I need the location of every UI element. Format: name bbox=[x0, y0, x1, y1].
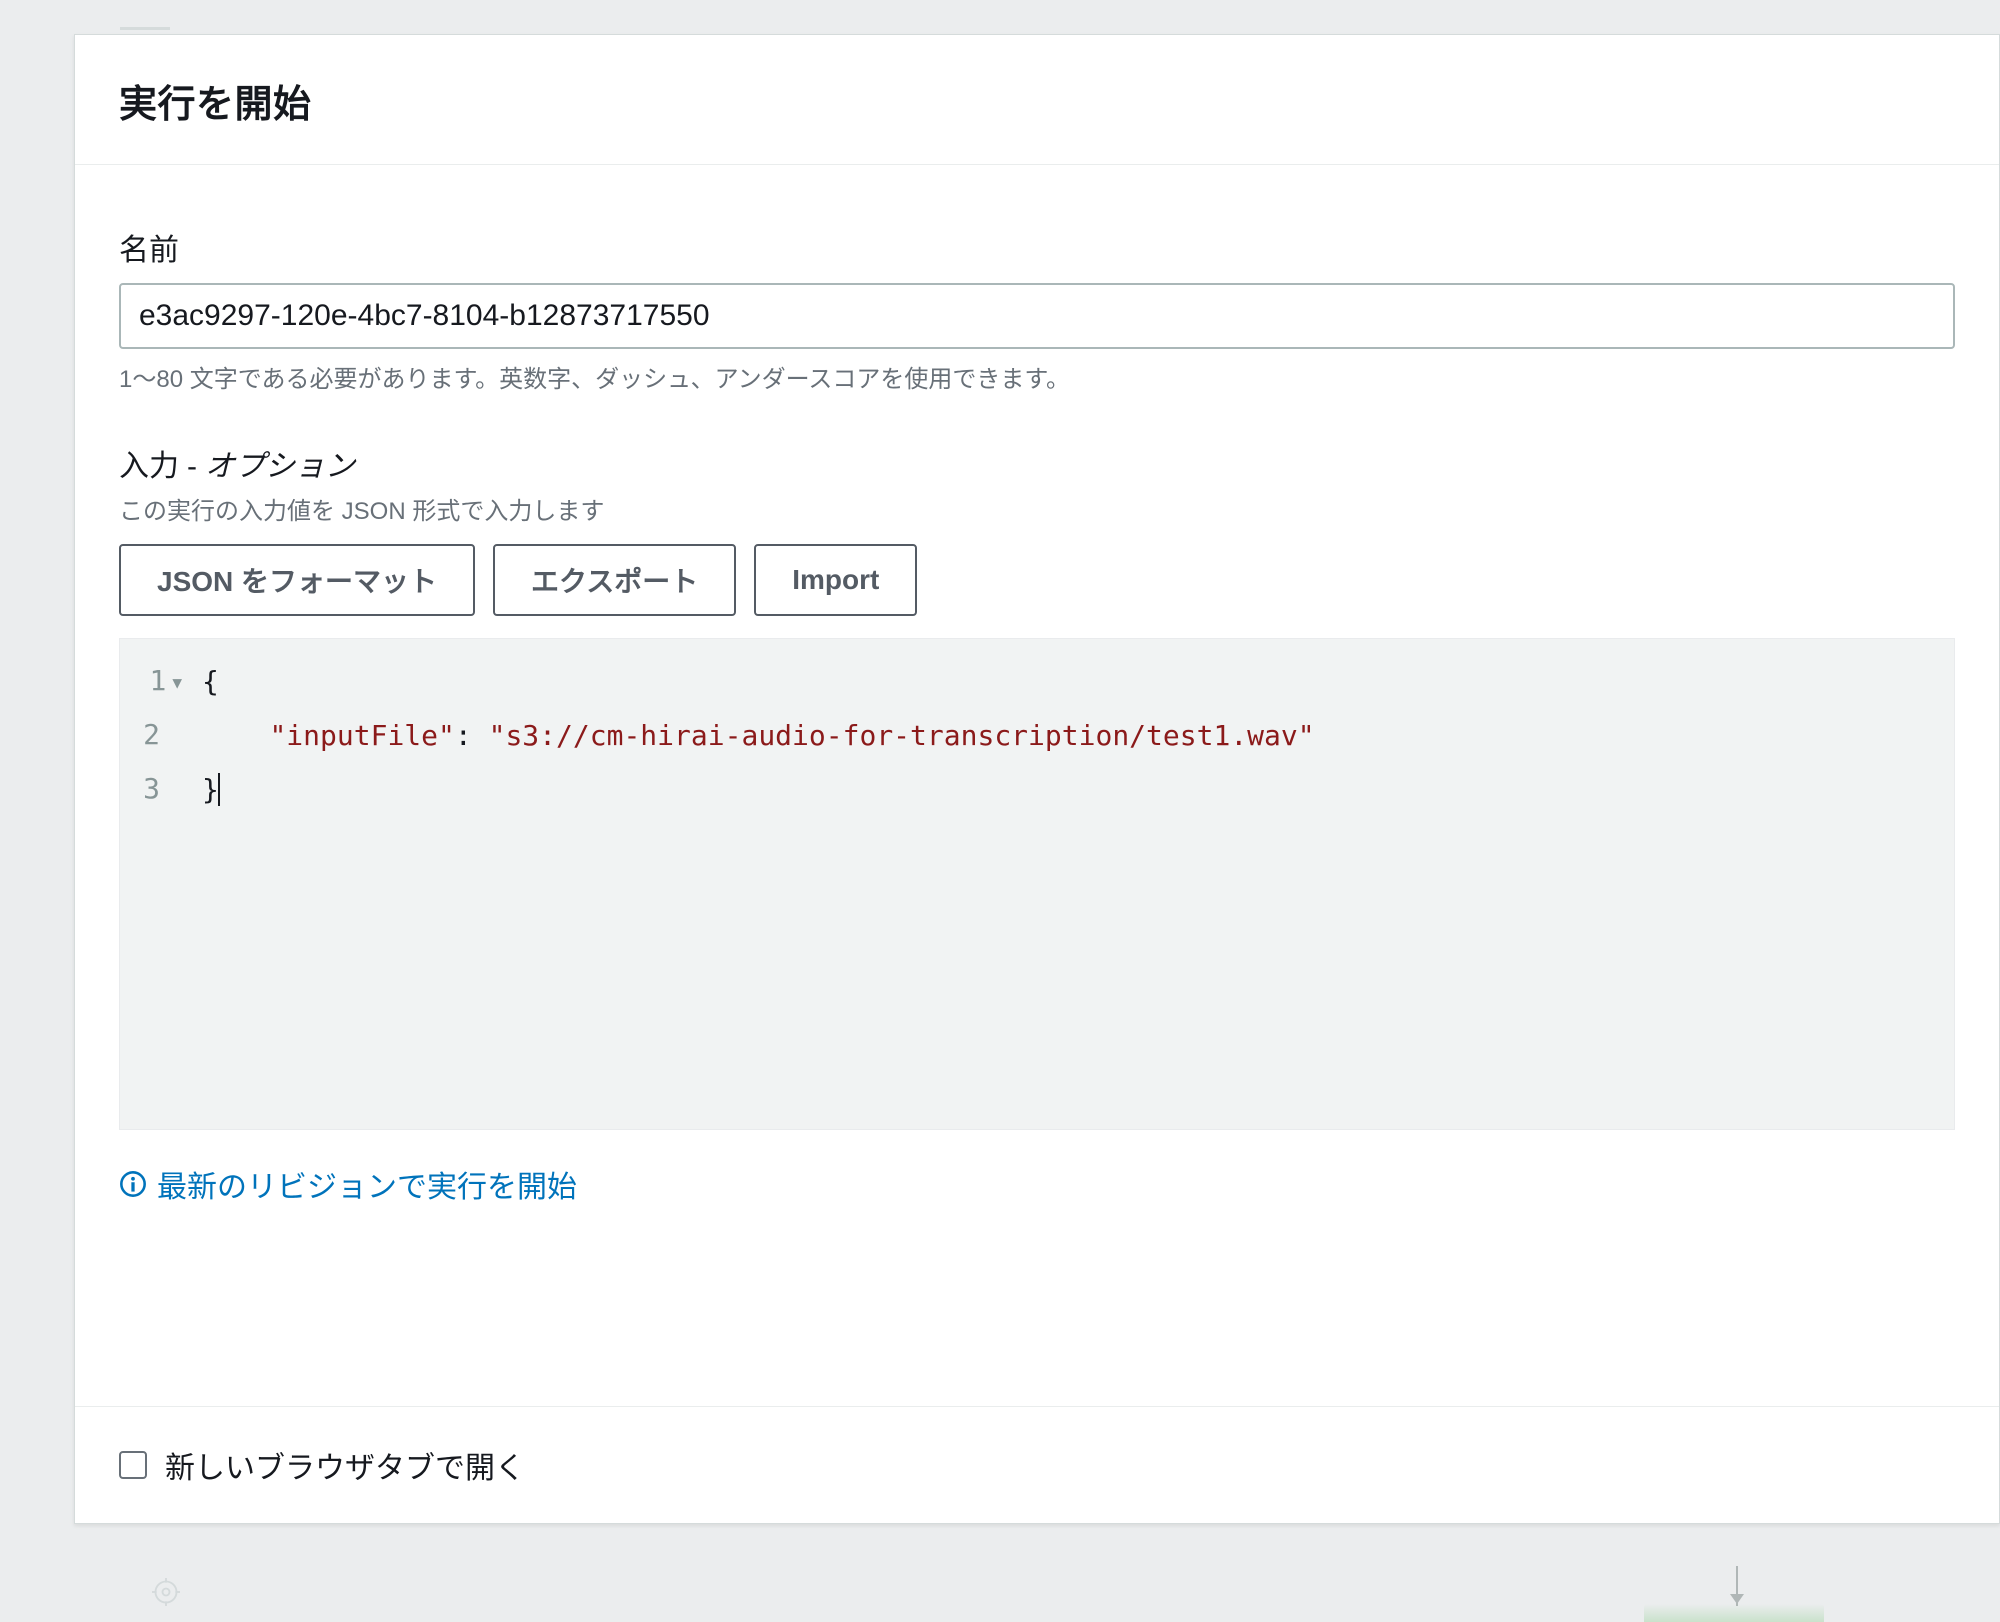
start-execution-modal: 実行を開始 名前 1〜80 文字である必要があります。英数字、ダッシュ、アンダー… bbox=[74, 34, 2000, 1524]
text-cursor bbox=[218, 773, 220, 806]
center-icon[interactable] bbox=[148, 1574, 184, 1610]
open-new-tab-label[interactable]: 新しいブラウザタブで開く bbox=[165, 1443, 525, 1487]
open-new-tab-checkbox[interactable] bbox=[119, 1451, 147, 1479]
code-line[interactable]: "inputFile": "s3://cm-hirai-audio-for-tr… bbox=[202, 709, 1944, 763]
workflow-arrowhead bbox=[1730, 1594, 1744, 1604]
code-line[interactable]: { bbox=[202, 655, 1944, 709]
canvas-controls bbox=[148, 1574, 184, 1610]
input-description: この実行の入力値を JSON 形式で入力します bbox=[119, 491, 1955, 526]
json-code-editor[interactable]: 1▼23 { "inputFile": "s3://cm-hirai-audio… bbox=[119, 638, 1955, 1130]
export-button[interactable]: エクスポート bbox=[493, 544, 736, 616]
editor-body[interactable]: { "inputFile": "s3://cm-hirai-audio-for-… bbox=[192, 639, 1954, 1129]
name-input[interactable] bbox=[119, 283, 1955, 349]
revision-link-row: 最新のリビジョンで実行を開始 bbox=[119, 1162, 1955, 1206]
input-label-sep: - bbox=[187, 450, 197, 484]
input-label-optional: オプション bbox=[205, 441, 355, 485]
input-label-main: 入力 bbox=[119, 441, 179, 485]
modal-title: 実行を開始 bbox=[119, 73, 1955, 128]
import-button[interactable]: Import bbox=[754, 544, 917, 616]
code-line[interactable]: } bbox=[202, 763, 1944, 817]
fold-arrow-icon[interactable]: ▼ bbox=[172, 675, 182, 691]
gutter-line: 1▼ bbox=[120, 655, 182, 709]
tab-remnant bbox=[120, 0, 170, 30]
gutter-line: 3 bbox=[120, 763, 182, 817]
latest-revision-link[interactable]: 最新のリビジョンで実行を開始 bbox=[157, 1162, 577, 1206]
workflow-node-hint bbox=[1644, 1604, 1824, 1622]
gutter-line: 2 bbox=[120, 709, 182, 763]
format-json-button[interactable]: JSON をフォーマット bbox=[119, 544, 475, 616]
page-background: 実行を開始 名前 1〜80 文字である必要があります。英数字、ダッシュ、アンダー… bbox=[0, 0, 2000, 1622]
modal-footer: 新しいブラウザタブで開く bbox=[75, 1406, 1999, 1523]
info-icon bbox=[119, 1170, 147, 1198]
modal-body: 名前 1〜80 文字である必要があります。英数字、ダッシュ、アンダースコアを使用… bbox=[75, 165, 1999, 1406]
input-button-row: JSON をフォーマット エクスポート Import bbox=[119, 544, 1955, 616]
name-helper-text: 1〜80 文字である必要があります。英数字、ダッシュ、アンダースコアを使用できま… bbox=[119, 363, 1955, 397]
open-new-tab-row: 新しいブラウザタブで開く bbox=[119, 1443, 1955, 1487]
modal-header: 実行を開始 bbox=[75, 35, 1999, 165]
input-section-label: 入力 - オプション bbox=[119, 441, 1955, 485]
editor-gutter: 1▼23 bbox=[120, 639, 192, 1129]
name-label: 名前 bbox=[119, 225, 1955, 269]
